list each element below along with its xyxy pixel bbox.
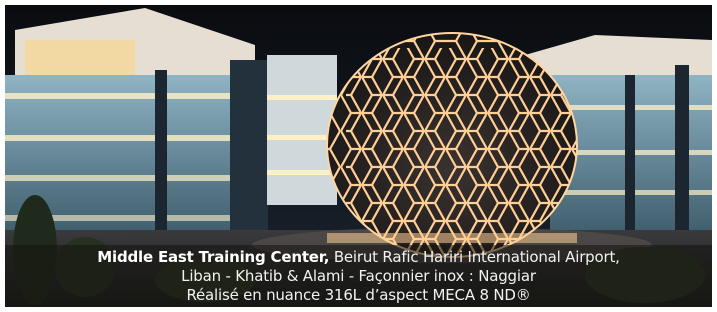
caption-line-3: Réalisé en nuance 316L d’aspect MECA 8 N… (186, 286, 531, 304)
caption-location: Beirut Rafic Hariri International Airpor… (329, 248, 620, 266)
caption-line-2: Liban - Khatib & Alami - Façonnier inox … (181, 267, 536, 285)
caption-project-name: Middle East Training Center, (97, 248, 330, 266)
caption-line-1: Middle East Training Center, Beirut Rafi… (5, 248, 712, 267)
photo-caption: Middle East Training Center, Beirut Rafi… (5, 245, 712, 307)
